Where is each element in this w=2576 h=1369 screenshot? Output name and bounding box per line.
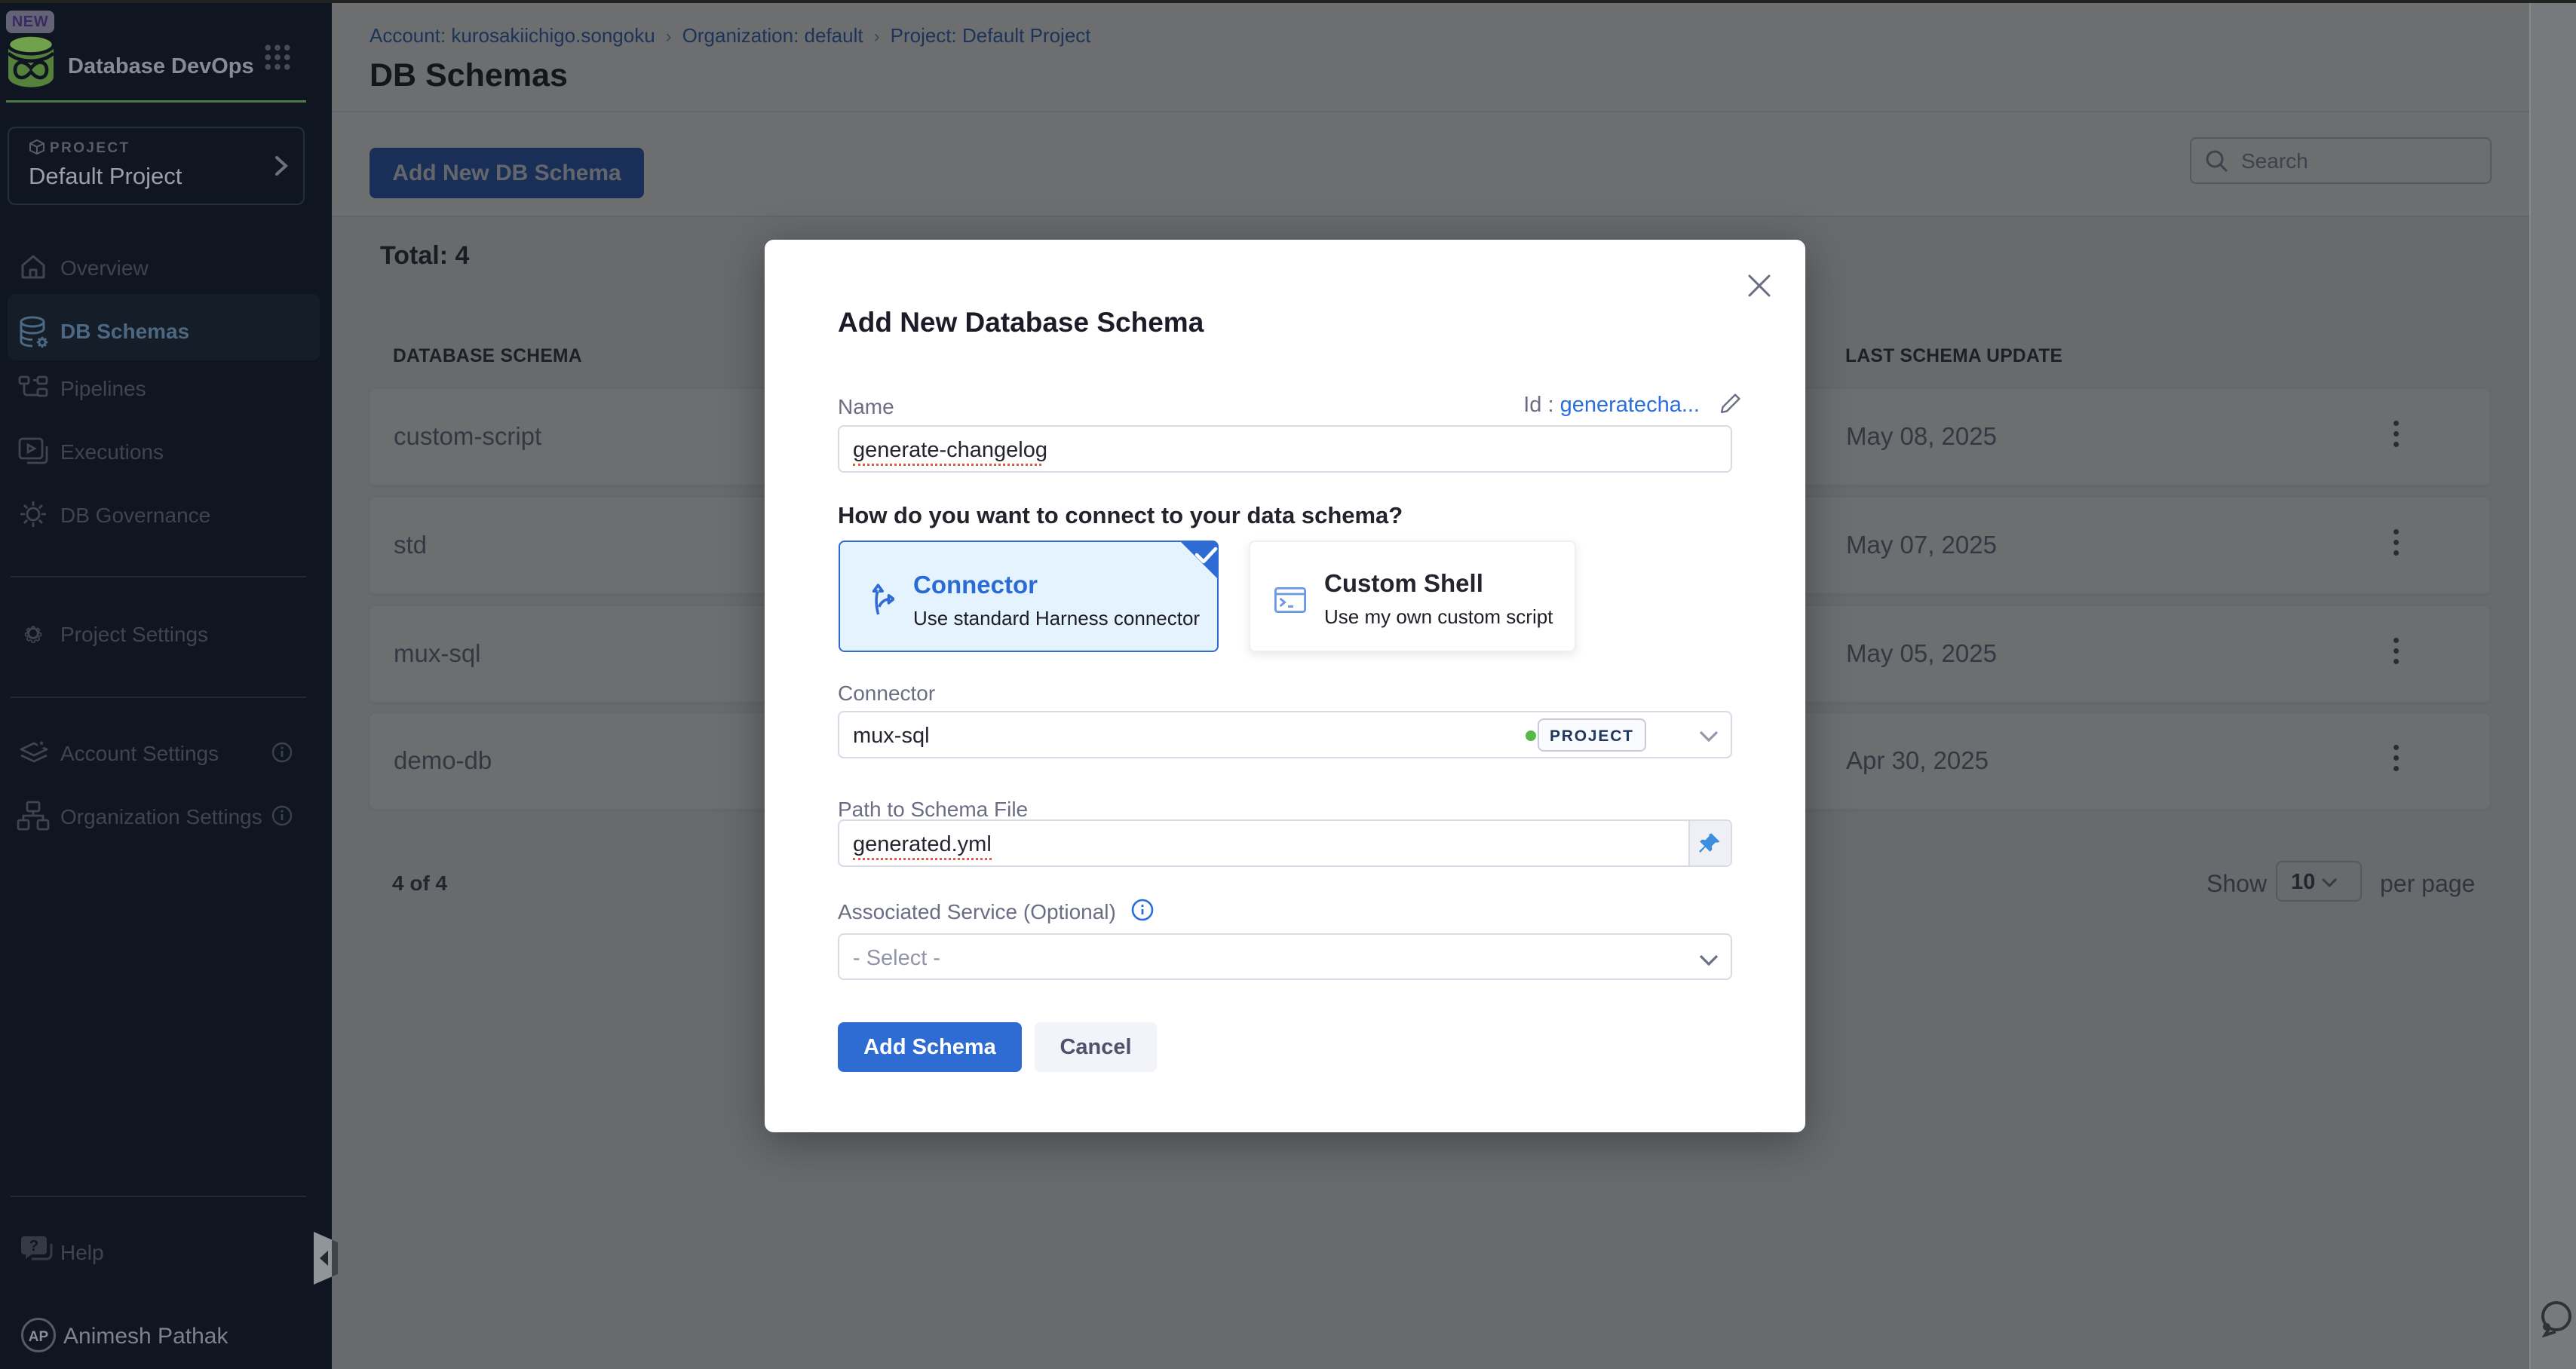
svg-text:?: ? bbox=[29, 1238, 38, 1254]
